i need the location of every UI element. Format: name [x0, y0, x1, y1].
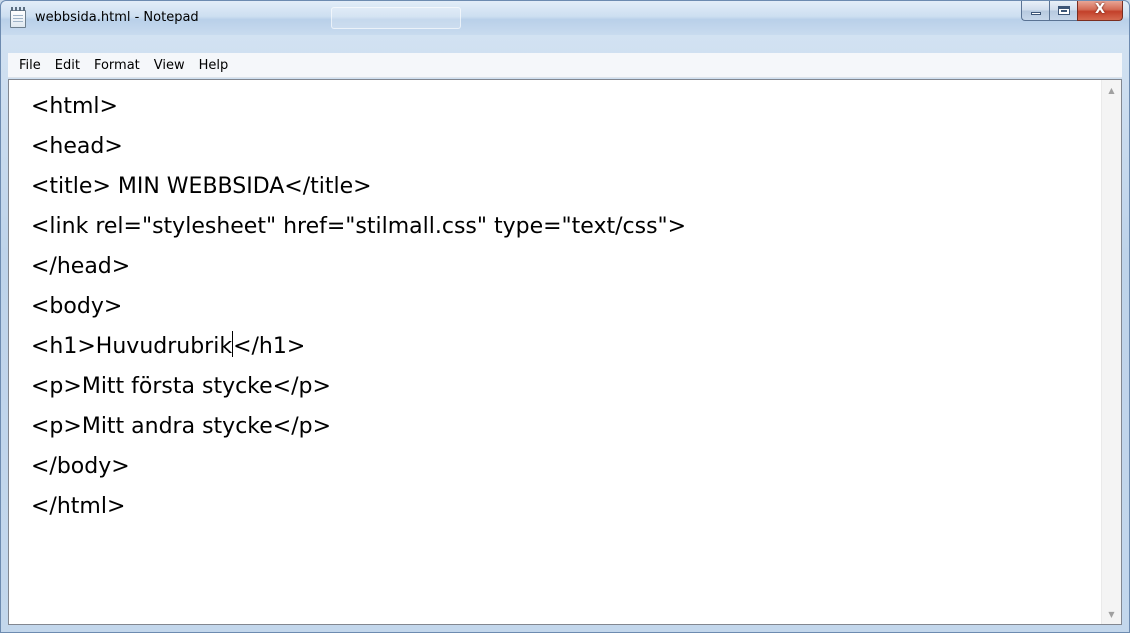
code-line: </body> [31, 454, 130, 479]
code-line: <p>Mitt första stycke</p> [31, 374, 331, 399]
scroll-down-arrow-icon[interactable]: ▼ [1102, 604, 1121, 624]
code-line: <html> [31, 94, 118, 119]
title-bar[interactable]: webbsida.html - Notepad X [1, 1, 1129, 35]
minimize-button[interactable] [1021, 1, 1049, 21]
menu-bar: File Edit Format View Help [8, 53, 1122, 78]
code-line: <body> [31, 294, 123, 319]
close-icon: X [1094, 2, 1106, 17]
code-line-text-before-caret: <h1>Huvudrubrik [31, 334, 233, 359]
close-button[interactable]: X [1077, 1, 1123, 21]
titlebar-reflection [331, 7, 461, 29]
code-line: <title> MIN WEBBSIDA</title> [31, 174, 372, 199]
vertical-scrollbar[interactable]: ▲ ▼ [1101, 80, 1121, 624]
caption-buttons: X [1021, 1, 1123, 21]
code-line: <link rel="stylesheet" href="stilmall.cs… [31, 214, 687, 239]
menu-view[interactable]: View [147, 53, 192, 78]
menu-format[interactable]: Format [87, 53, 147, 78]
code-line: <head> [31, 134, 123, 159]
code-line: <h1>Huvudrubrik</h1> [31, 327, 1101, 367]
text-editor[interactable]: <html> <head> <title> MIN WEBBSIDA</title>… [8, 79, 1122, 625]
notepad-window: webbsida.html - Notepad X File Edit Form… [0, 0, 1130, 633]
code-line: </head> [31, 254, 131, 279]
menu-file[interactable]: File [12, 53, 48, 78]
maximize-button[interactable] [1049, 1, 1077, 21]
menu-edit[interactable]: Edit [48, 53, 87, 78]
maximize-icon [1058, 6, 1070, 15]
editor-text-area[interactable]: <html> <head> <title> MIN WEBBSIDA</title>… [9, 80, 1101, 624]
menu-help[interactable]: Help [192, 53, 236, 78]
code-line: </html> [31, 494, 126, 519]
code-line: <p>Mitt andra stycke</p> [31, 414, 332, 439]
scroll-up-arrow-icon[interactable]: ▲ [1102, 80, 1121, 100]
minimize-icon [1031, 12, 1041, 15]
code-line-text-after-caret: </h1> [233, 334, 306, 359]
window-title: webbsida.html - Notepad [35, 10, 199, 25]
notepad-icon[interactable] [10, 7, 26, 28]
